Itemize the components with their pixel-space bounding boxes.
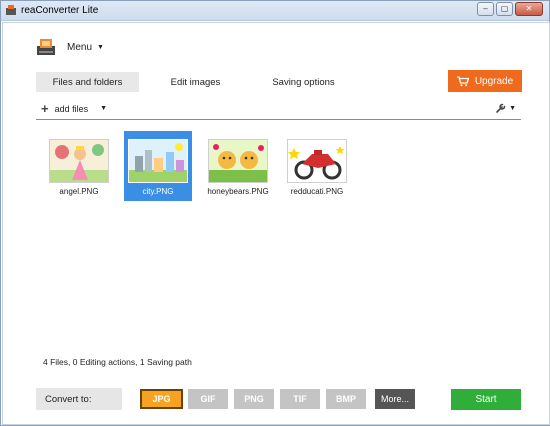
tab-saving-options[interactable]: Saving options: [261, 72, 346, 92]
file-toolbar: + add files ▼ ▼: [36, 100, 521, 120]
plus-icon: +: [41, 101, 49, 116]
file-name: honeybears.PNG: [207, 187, 269, 196]
image-preview: [208, 139, 268, 183]
format-button-bmp[interactable]: BMP: [326, 389, 366, 409]
window-title: reaConverter Lite: [21, 5, 99, 16]
start-button[interactable]: Start: [451, 389, 521, 410]
upgrade-button[interactable]: Upgrade: [448, 70, 522, 92]
add-files-label: add files: [54, 103, 89, 114]
tab-files-and-folders[interactable]: Files and folders: [36, 72, 139, 92]
convert-to-label: Convert to:: [36, 388, 122, 410]
format-button-gif[interactable]: GIF: [188, 389, 228, 409]
window-controls: – ▢ ✕: [477, 2, 543, 16]
file-name: redducati.PNG: [290, 187, 344, 196]
format-button-tif[interactable]: TIF: [280, 389, 320, 409]
app-window: reaConverter Lite – ▢ ✕ Menu ▼ Files and…: [0, 0, 550, 426]
settings-dropdown[interactable]: ▼: [495, 102, 516, 114]
close-button[interactable]: ✕: [515, 2, 543, 16]
chevron-down-icon[interactable]: ▼: [100, 105, 107, 112]
image-preview: [287, 139, 347, 183]
app-icon: [6, 5, 16, 15]
cart-icon: [456, 75, 469, 86]
image-preview: [128, 139, 188, 183]
add-files-button[interactable]: + add files ▼: [41, 102, 107, 115]
file-thumbnail-selected[interactable]: city.PNG: [124, 131, 192, 201]
minimize-button[interactable]: –: [477, 2, 494, 16]
image-preview: [49, 139, 109, 183]
maximize-button[interactable]: ▢: [496, 2, 513, 16]
file-thumbnail[interactable]: redducati.PNG: [283, 131, 351, 201]
menu-button[interactable]: Menu ▼: [35, 37, 104, 57]
chevron-down-icon: ▼: [509, 104, 516, 112]
format-button-png[interactable]: PNG: [234, 389, 274, 409]
more-formats-button[interactable]: More...: [375, 389, 415, 409]
title-bar[interactable]: reaConverter Lite – ▢ ✕: [1, 1, 549, 21]
tab-edit-images[interactable]: Edit images: [153, 72, 238, 92]
status-text: 4 Files, 0 Editing actions, 1 Saving pat…: [43, 357, 192, 367]
format-button-jpg[interactable]: JPG: [140, 389, 183, 409]
file-thumbnail[interactable]: angel.PNG: [45, 131, 113, 201]
upgrade-label: Upgrade: [474, 75, 514, 87]
chevron-down-icon: ▼: [97, 43, 104, 51]
wrench-icon: [496, 103, 506, 113]
file-thumbnail[interactable]: honeybears.PNG: [204, 131, 272, 201]
file-name: city.PNG: [142, 187, 174, 196]
app-logo-icon: [37, 39, 55, 55]
main-panel: Menu ▼ Files and folders Edit images Sav…: [2, 22, 550, 425]
menu-label: Menu: [67, 41, 93, 53]
file-name: angel.PNG: [59, 187, 99, 196]
